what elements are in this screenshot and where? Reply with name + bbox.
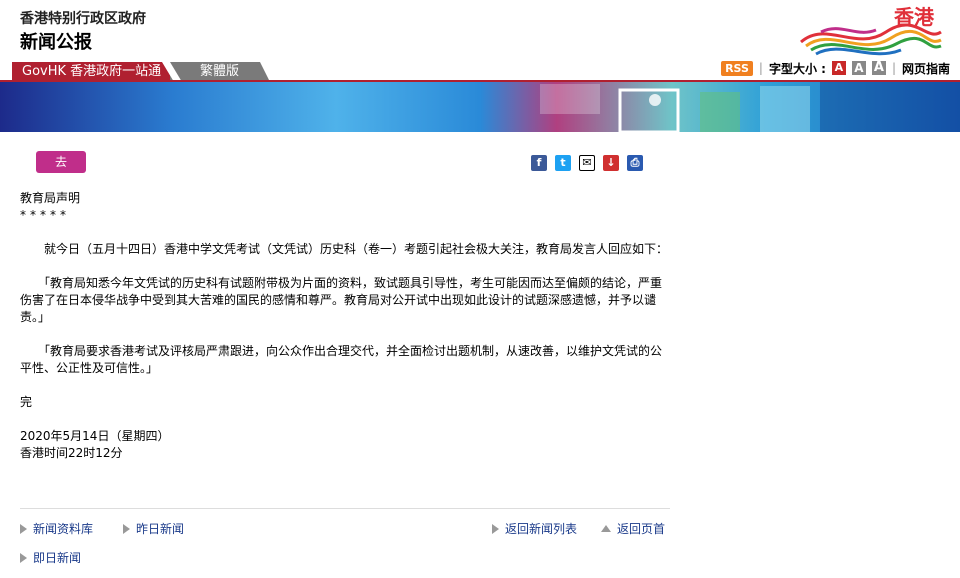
- toolbar: RSS | 字型大小 : A A A | 网页指南: [721, 59, 950, 77]
- page-guide-link[interactable]: 网页指南: [902, 60, 950, 77]
- brand-hong-kong-logo[interactable]: 香港: [796, 2, 946, 58]
- paragraph-1: 就今日（五月十四日）香港中学文凭考试（文凭试）历史科（卷一）考题引起社会极大关注…: [20, 242, 669, 256]
- article-heading: 教育局声明: [20, 191, 81, 205]
- font-size-label: 字型大小 :: [768, 61, 826, 76]
- triangle-right-icon: [20, 552, 27, 563]
- page-title: 新闻公报: [20, 32, 92, 53]
- email-icon[interactable]: ✉: [579, 155, 595, 171]
- triangle-right-icon: [123, 523, 130, 534]
- footer-divider: [20, 508, 670, 509]
- nav-back-list[interactable]: 返回新闻列表: [492, 520, 577, 537]
- font-size-large-button[interactable]: A: [871, 61, 886, 75]
- article-end: 完: [20, 395, 33, 409]
- svg-text:香港: 香港: [894, 5, 935, 29]
- tab-traditional-chinese[interactable]: 繁體版: [170, 62, 270, 82]
- nav-back-top-label[interactable]: 返回页首: [617, 520, 665, 537]
- paragraph-3: 「教育局要求香港考试及评核局严肃跟进，向公众作出合理交代，并全面检讨出题机制，从…: [20, 344, 663, 375]
- rss-button[interactable]: RSS: [721, 60, 753, 76]
- tab-govhk[interactable]: GovHK 香港政府一站通: [12, 62, 172, 82]
- nav-today-label[interactable]: 即日新闻: [33, 549, 81, 566]
- government-name: 香港特别行政区政府: [20, 11, 146, 27]
- twitter-icon[interactable]: t: [555, 155, 571, 171]
- nav-yesterday-label[interactable]: 昨日新闻: [136, 520, 184, 537]
- nav-back-top[interactable]: 返回页首: [601, 520, 665, 537]
- article-date: 2020年5月14日（星期四）: [20, 429, 170, 443]
- article-time: 香港时间22时12分: [20, 446, 123, 460]
- press-release-body: 教育局声明 ***** 就今日（五月十四日）香港中学文凭考试（文凭试）历史科（卷…: [20, 190, 668, 462]
- nav-back-list-label[interactable]: 返回新闻列表: [505, 520, 577, 537]
- facebook-icon[interactable]: f: [531, 155, 547, 171]
- font-size-medium-button[interactable]: A: [851, 61, 866, 75]
- share-bar: f t ✉ ↓ ⎙: [531, 155, 643, 171]
- nav-archive[interactable]: 新闻资料库: [20, 520, 93, 537]
- paragraph-2: 「教育局知悉今年文凭试的历史科有试题附带极为片面的资料，致试题具引导性，考生可能…: [20, 276, 663, 324]
- article-stars: *****: [20, 208, 70, 222]
- triangle-right-icon: [492, 523, 499, 534]
- nav-today[interactable]: 即日新闻: [20, 549, 81, 566]
- triangle-right-icon: [20, 523, 27, 534]
- divider: |: [891, 61, 896, 75]
- nav-archive-label[interactable]: 新闻资料库: [33, 520, 93, 537]
- download-icon[interactable]: ↓: [603, 155, 619, 171]
- font-size-small-button[interactable]: A: [831, 61, 846, 75]
- print-icon[interactable]: ⎙: [627, 155, 643, 171]
- divider: |: [758, 61, 763, 75]
- triangle-up-icon: [601, 525, 611, 532]
- nav-yesterday[interactable]: 昨日新闻: [123, 520, 184, 537]
- header-banner: [0, 82, 960, 132]
- go-button[interactable]: 去: [36, 151, 86, 173]
